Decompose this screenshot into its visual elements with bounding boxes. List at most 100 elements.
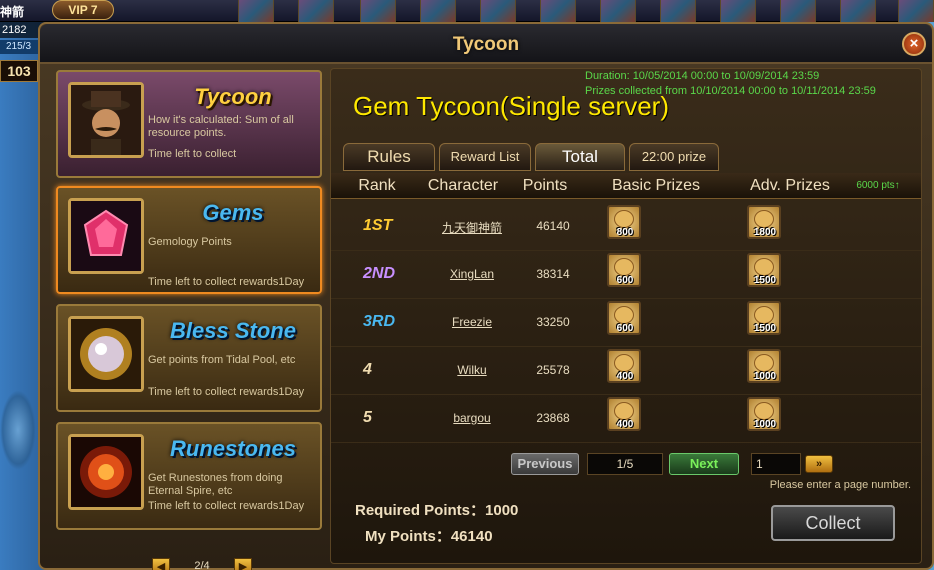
basic-prize-icon[interactable]: 400: [607, 349, 641, 383]
adv-prize-icon[interactable]: 1500: [747, 301, 781, 335]
category-card-bless-stone[interactable]: Bless Stone Get points from Tidal Pool, …: [56, 304, 322, 412]
prize-amount: 1800: [753, 227, 777, 238]
hud-slot-icon[interactable]: [720, 0, 756, 22]
coin-face-icon: [614, 258, 634, 276]
prize-amount: 1500: [753, 323, 777, 334]
basic-prize-icon[interactable]: 600: [607, 301, 641, 335]
tab-bar: Rules Reward List Total 22:00 prize: [343, 141, 923, 173]
header-adv-note: 6000 pts↑: [856, 180, 900, 191]
basic-prize-icon[interactable]: 400: [607, 397, 641, 431]
ranking-table: Rank Character Points Basic Prizes Adv. …: [331, 173, 921, 443]
hud-slot-icon[interactable]: [780, 0, 816, 22]
page-indicator: 1/5: [587, 453, 663, 475]
points-cell: 46140: [536, 219, 570, 233]
hud-slot-icon[interactable]: [660, 0, 696, 22]
prize-amount: 600: [616, 323, 634, 334]
adv-prize-icon[interactable]: 1000: [747, 397, 781, 431]
table-header: Rank Character Points Basic Prizes Adv. …: [331, 173, 921, 199]
previous-button[interactable]: Previous: [511, 453, 579, 475]
coin-face-icon: [614, 402, 634, 420]
card-time: Time left to collect: [148, 148, 237, 160]
category-prev-button[interactable]: ◀: [152, 558, 170, 570]
next-button[interactable]: Next: [669, 453, 739, 475]
card-desc: Get points from Tidal Pool, etc: [148, 354, 296, 366]
page-number-input[interactable]: [751, 453, 801, 475]
adv-prize-icon[interactable]: 1500: [747, 253, 781, 287]
vip-badge[interactable]: VIP 7: [52, 0, 114, 20]
coin-face-icon: [754, 210, 774, 228]
hud-slot-icon[interactable]: [600, 0, 636, 22]
fire-rune-icon: [68, 434, 144, 510]
character-link[interactable]: XingLan: [417, 267, 527, 281]
table-row: 5 bargou 23868 400 1000: [331, 395, 921, 443]
red-gem-icon: [68, 198, 144, 274]
hud-slot-icon[interactable]: [540, 0, 576, 22]
hud-slot-icon[interactable]: [238, 0, 274, 22]
adv-prize-icon[interactable]: 1800: [747, 205, 781, 239]
window-title-bar: Tycoon ×: [40, 24, 932, 64]
tab-reward-list[interactable]: Reward List: [439, 143, 531, 171]
points-cell: 23868: [536, 411, 570, 425]
adv-prize-icon[interactable]: 1000: [747, 349, 781, 383]
character-link[interactable]: 九天御神箭: [417, 219, 527, 236]
card-title: Runestones: [170, 436, 296, 461]
basic-prize-icon[interactable]: 600: [607, 253, 641, 287]
category-next-button[interactable]: ▶: [234, 558, 252, 570]
character-link[interactable]: bargou: [417, 411, 527, 425]
rank-cell: 5: [363, 409, 372, 426]
table-row: 1ST 九天御神箭 46140 800 1800: [331, 203, 921, 251]
duration-text: Duration: 10/05/2014 00:00 to 10/09/2014…: [585, 70, 820, 82]
prize-amount: 1000: [753, 419, 777, 430]
required-points: Required Points：1000: [355, 502, 519, 519]
tab-total[interactable]: Total: [535, 143, 625, 171]
table-row: 2ND XingLan 38314 600 1500: [331, 251, 921, 299]
header-basic-prizes: Basic Prizes: [611, 177, 701, 194]
category-card-tycoon[interactable]: Tycoon How it's calculated: Sum of all r…: [56, 70, 322, 178]
go-page-button[interactable]: »: [805, 455, 833, 473]
table-row: 3RD Freezie 33250 600 1500: [331, 299, 921, 347]
tab-22-prize[interactable]: 22:00 prize: [629, 143, 719, 171]
rank-cell: 1ST: [363, 217, 393, 234]
top-hud-strip: [0, 0, 934, 22]
prize-amount: 400: [616, 371, 634, 382]
points-cell: 25578: [536, 363, 570, 377]
prize-amount: 600: [616, 275, 634, 286]
coin-face-icon: [754, 306, 774, 324]
category-card-runestones[interactable]: Runestones Get Runestones from doing Ete…: [56, 422, 322, 530]
hud-slot-icon[interactable]: [360, 0, 396, 22]
hud-slot-icon[interactable]: [898, 0, 934, 22]
character-link[interactable]: Freezie: [417, 315, 527, 329]
header-points: Points: [522, 177, 568, 194]
rank-cell: 4: [363, 361, 372, 378]
card-time: Time left to collect rewards1Day: [148, 386, 305, 398]
hud-slot-icon[interactable]: [420, 0, 456, 22]
page-navigation: Previous 1/5 Next »: [511, 453, 921, 477]
prize-amount: 1000: [753, 371, 777, 382]
hud-slot-icon[interactable]: [298, 0, 334, 22]
coin-face-icon: [754, 402, 774, 420]
hud-slot-icon[interactable]: [840, 0, 876, 22]
coin-face-icon: [614, 210, 634, 228]
header-adv-prizes: Adv. Prizes: [750, 177, 830, 194]
character-link[interactable]: Wilku: [417, 363, 527, 377]
tab-rules[interactable]: Rules: [343, 143, 435, 171]
prize-amount: 400: [616, 419, 634, 430]
rank-cell: 3RD: [363, 313, 396, 330]
coin-face-icon: [754, 258, 774, 276]
prize-amount: 800: [616, 227, 634, 238]
points-cell: 38314: [536, 267, 570, 281]
card-time: Time left to collect rewards1Day: [148, 500, 305, 512]
hp-bar: 215/3: [0, 40, 40, 54]
category-card-gems[interactable]: Gems Gemology Points Time left to collec…: [56, 186, 322, 294]
hud-slot-icon[interactable]: [480, 0, 516, 22]
coin-face-icon: [614, 354, 634, 372]
points-cell: 33250: [536, 315, 570, 329]
close-button[interactable]: ×: [902, 32, 926, 56]
tycoon-window: Tycoon × Tycoon How it's calculated: Sum…: [38, 22, 934, 570]
basic-prize-icon[interactable]: 800: [607, 205, 641, 239]
coin-face-icon: [614, 306, 634, 324]
window-title: Tycoon: [452, 34, 520, 55]
mustache-man-icon: [68, 82, 144, 158]
page-hint-text: Please enter a page number.: [769, 479, 911, 491]
collect-button[interactable]: Collect: [771, 505, 895, 541]
